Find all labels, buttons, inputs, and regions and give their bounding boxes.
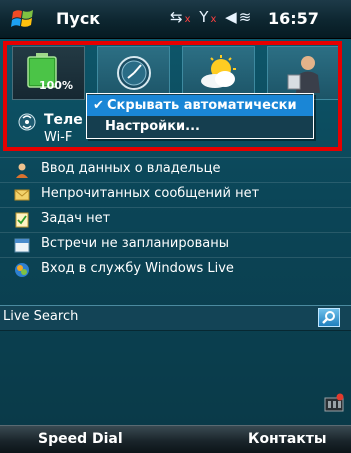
windows-start-icon[interactable] [10,6,36,32]
weather-icon [200,55,236,88]
start-button[interactable]: Пуск [56,9,100,28]
comm-manager-status: Wi-F [44,130,73,145]
tile-row: 100% [12,46,340,100]
ram-icon[interactable] [324,393,344,413]
person-icon [287,56,320,93]
softkey-bar: Speed Dial Контакты [0,425,351,453]
comm-manager-title[interactable]: Теле [44,112,83,128]
volume-icon[interactable]: ◀≋ [225,8,253,26]
contacts-tile[interactable] [267,46,340,100]
list-item-label: Задач нет [41,211,111,226]
list-item-calendar[interactable]: Встречи не запланированы [0,232,351,257]
connectivity-off-icon[interactable]: ⇆ [170,8,185,26]
list-item-messages[interactable]: Непрочитанных сообщений нет [0,182,351,207]
menu-item-auto-hide[interactable]: ✔ Скрывать автоматически [87,95,313,116]
task-icon [14,212,30,228]
status-bar: Пуск ⇆x Yx ◀≋ 16:57 [0,0,351,39]
list-item-label: Вход в службу Windows Live [41,261,234,276]
live-search-bar[interactable]: Live Search [0,305,351,331]
clock[interactable]: 16:57 [268,9,319,28]
battery-level: 100% [39,79,73,92]
menu-item-settings[interactable]: Настройки... [87,116,313,137]
list-item-label: Встречи не запланированы [41,236,229,251]
windows-live-icon [14,262,30,278]
owner-icon [14,162,30,178]
list-item-label: Непрочитанных сообщений нет [41,186,260,201]
battery-tile[interactable]: 100% [12,46,85,100]
mail-icon [14,187,30,203]
search-icon [322,311,335,324]
list-item-label: Ввод данных о владельце [41,161,221,176]
clock-tile-icon [116,56,151,90]
weather-tile[interactable] [182,46,255,100]
menu-item-label: Настройки... [105,119,200,134]
calendar-icon [14,237,30,253]
list-item-windows-live[interactable]: Вход в службу Windows Live [0,257,351,282]
menu-item-label: Скрывать автоматически [107,98,297,113]
wireless-icon[interactable] [18,113,36,135]
search-input[interactable]: Live Search [3,309,78,324]
signal-off-icon[interactable]: Y [199,8,210,26]
list-item-tasks[interactable]: Задач нет [0,207,351,232]
check-icon: ✔ [93,98,104,113]
clock-tile[interactable] [97,46,170,100]
list-item-owner[interactable]: Ввод данных о владельце [0,157,351,182]
softkey-right[interactable]: Контакты [248,431,327,447]
softkey-left[interactable]: Speed Dial [38,431,123,447]
context-menu: ✔ Скрывать автоматически Настройки... [86,93,314,139]
search-button[interactable] [318,308,340,327]
